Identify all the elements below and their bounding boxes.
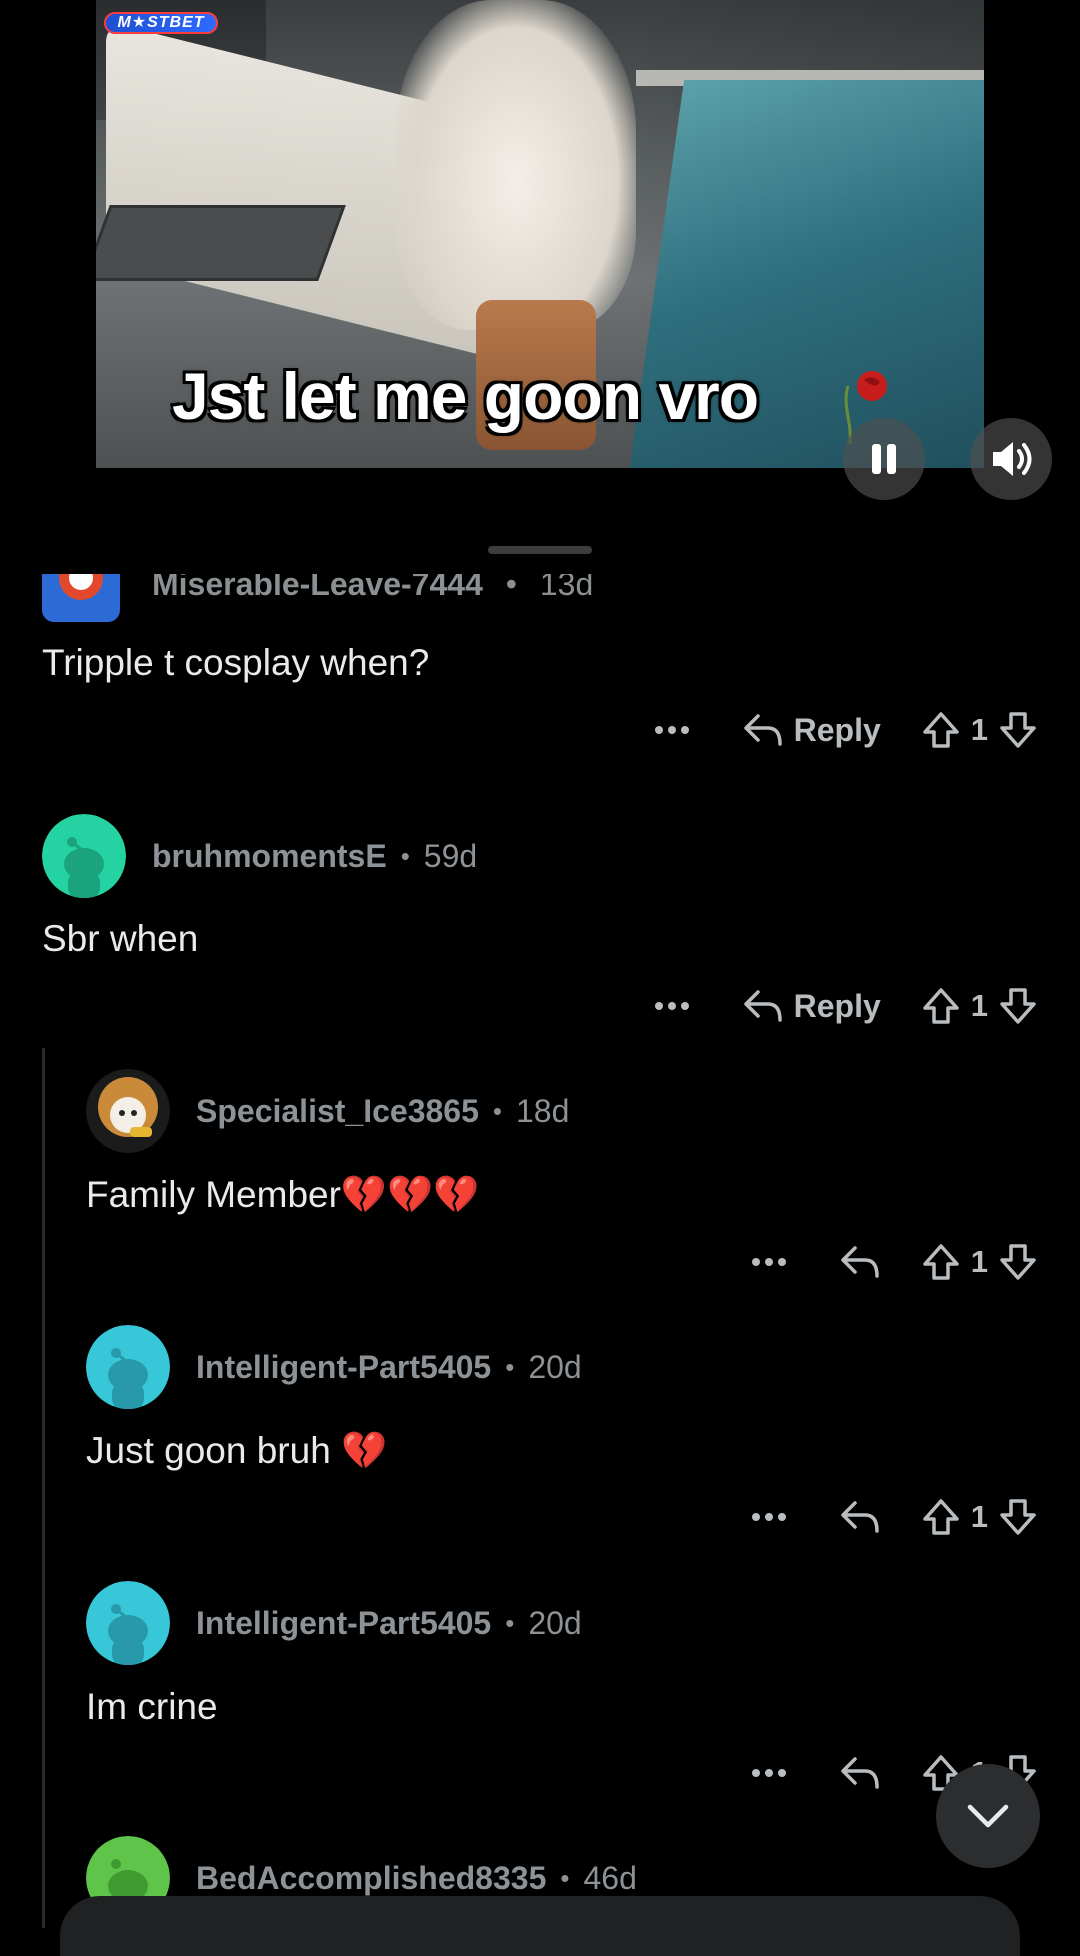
video-side-table [96,205,346,281]
comment-body: Tripple t cosplay when? [42,642,430,683]
reply-composer-bar[interactable] [60,1896,1020,1956]
sound-button[interactable] [970,418,1052,500]
username[interactable]: Miserable-Leave-7444 [152,574,483,602]
reply-icon [841,1246,879,1278]
comment-actions: Reply 1 [642,700,1038,760]
comment-actions: 1 [739,1232,1038,1292]
downvote-icon [1000,1499,1036,1535]
more-button[interactable] [739,1512,799,1522]
comment-header: Miserable-Leave-7444 • 13d [42,574,942,624]
pause-icon [872,444,896,474]
downvote-button[interactable] [998,1242,1038,1282]
more-icon [751,1258,786,1266]
comment-header: Specialist_Ice3865 • 18d [86,1069,569,1153]
more-button[interactable] [739,1257,799,1267]
reply-button[interactable] [839,1242,881,1282]
thread-line[interactable] [42,1048,45,1928]
more-icon [751,1513,786,1521]
reply-button[interactable] [839,1753,881,1793]
sound-icon [993,442,1032,476]
comment-body: Family Member💔💔💔 [86,1174,480,1215]
comment-header: Intelligent-Part5405 • 20d [86,1325,582,1409]
reply-icon [743,990,782,1022]
separator-dot: • [492,1095,502,1126]
video-figure [396,0,636,330]
comment-actions: 1 [739,1487,1038,1547]
separator-dot: • [560,1862,570,1893]
reply-label: Reply [793,711,881,748]
comment-age: 59d [423,837,478,874]
username[interactable]: Intelligent-Part5405 [196,1349,491,1386]
pause-button[interactable] [843,418,925,500]
comment-meta: Miserable-Leave-7444 • 13d [152,574,593,603]
vote-count: 1 [970,1244,988,1279]
sheet-drag-handle[interactable] [488,546,592,554]
upvote-button[interactable] [921,1497,961,1537]
vote-count: 1 [970,1499,988,1534]
avatar[interactable] [42,814,126,898]
reply-label: Reply [793,987,881,1024]
more-icon [654,1002,689,1010]
comment-body: Im crine [86,1686,218,1727]
separator-dot: • [505,574,517,602]
comment-age: 20d [528,1604,582,1641]
upvote-button[interactable] [921,710,961,750]
avatar[interactable] [86,1581,170,1665]
vote-count: 1 [970,712,988,747]
chevron-down-icon [967,1804,1009,1828]
reply-icon [841,1757,879,1789]
more-icon [654,726,689,734]
comment-header: Intelligent-Part5405 • 20d [86,1581,582,1665]
upvote-icon [923,1244,959,1280]
downvote-icon [1000,712,1036,748]
scroll-down-button[interactable] [936,1764,1040,1868]
reply-icon [743,714,782,746]
username[interactable]: BedAccomplished8335 [196,1860,546,1897]
video-brand-badge: M★STBET [104,12,218,34]
vote-count: 1 [970,988,988,1023]
reply-icon [841,1501,879,1533]
comment-age: 18d [515,1092,570,1129]
reply-button[interactable]: Reply [742,986,881,1026]
upvote-icon [923,1499,959,1535]
more-icon [751,1769,786,1777]
video-player[interactable]: M★STBET Jst let me goon vro [96,0,984,468]
more-button[interactable] [739,1768,799,1778]
upvote-button[interactable] [921,1242,961,1282]
more-button[interactable] [642,725,702,735]
separator-dot: • [505,1607,515,1638]
upvote-icon [923,988,959,1024]
downvote-button[interactable] [998,986,1038,1026]
downvote-icon [1000,988,1036,1024]
comment-age: 13d [539,574,594,602]
username[interactable]: Specialist_Ice3865 [196,1093,479,1130]
upvote-button[interactable] [921,986,961,1026]
username[interactable]: Intelligent-Part5405 [196,1605,491,1642]
avatar[interactable] [86,1069,170,1153]
upvote-icon [923,712,959,748]
separator-dot: • [505,1351,515,1382]
avatar[interactable] [42,574,120,622]
downvote-icon [1000,1244,1036,1280]
separator-dot: • [400,840,410,871]
avatar[interactable] [86,1325,170,1409]
comment-header: bruhmomentsE • 59d [42,814,477,898]
comment-age: 46d [583,1859,637,1896]
comment-age: 20d [528,1348,582,1385]
reply-button[interactable] [839,1497,881,1537]
comment-body: Sbr when [42,918,199,959]
downvote-button[interactable] [998,1497,1038,1537]
username[interactable]: bruhmomentsE [152,838,387,875]
comment-actions: Reply 1 [642,976,1038,1036]
downvote-button[interactable] [998,710,1038,750]
comment-body: Just goon bruh 💔 [86,1430,388,1471]
more-button[interactable] [642,1001,702,1011]
reply-button[interactable]: Reply [742,710,881,750]
